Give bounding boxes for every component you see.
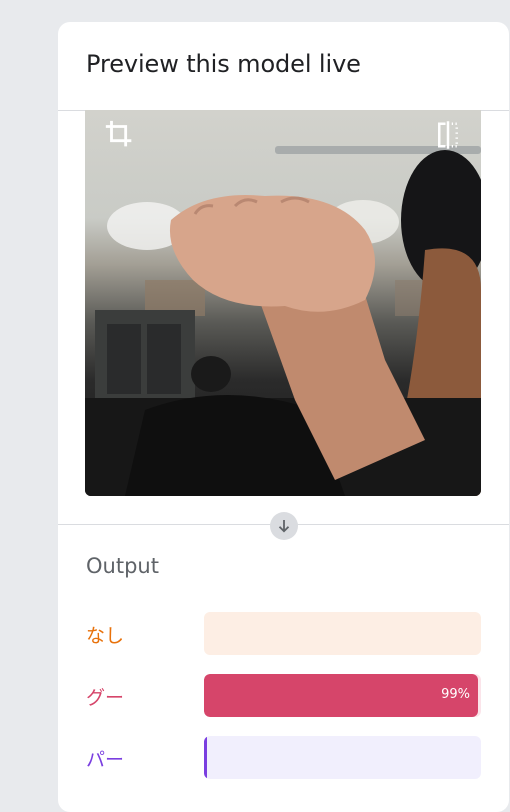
flip-horizontal-icon[interactable] — [431, 118, 465, 152]
webcam-preview — [85, 110, 481, 496]
class-label: グー — [86, 687, 125, 709]
confidence-bar-fill — [204, 674, 479, 717]
crop-icon[interactable] — [103, 118, 137, 152]
confidence-percent: 99% — [441, 687, 470, 702]
confidence-bar: 99% — [204, 674, 481, 717]
panel-title: Preview this model live — [86, 50, 361, 78]
preview-panel: Preview this model live Output なし グー 99%… — [58, 22, 509, 812]
arrow-down-icon[interactable] — [270, 512, 298, 540]
confidence-bar — [204, 736, 481, 779]
class-label: パー — [86, 749, 125, 771]
webcam-image — [85, 146, 481, 496]
output-title: Output — [86, 554, 159, 578]
confidence-bar — [204, 612, 481, 655]
confidence-bar-fill — [204, 736, 207, 779]
class-label: なし — [86, 625, 125, 647]
